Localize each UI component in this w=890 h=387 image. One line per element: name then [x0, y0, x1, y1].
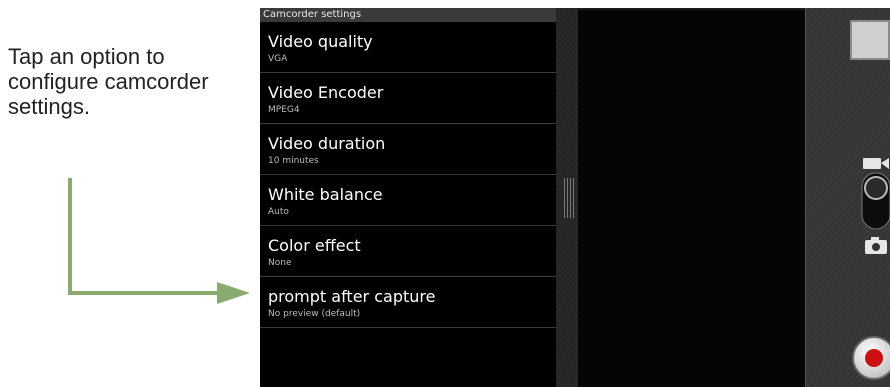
panel-header: Camcorder settings	[260, 8, 556, 22]
setting-value: None	[268, 258, 292, 268]
setting-video-quality[interactable]: Video quality VGA	[260, 22, 556, 73]
setting-title: Video quality	[268, 32, 373, 51]
drag-handle[interactable]	[564, 178, 574, 218]
setting-title: prompt after capture	[268, 287, 436, 306]
setting-white-balance[interactable]: White balance Auto	[260, 175, 556, 226]
record-button[interactable]	[852, 336, 890, 380]
camera-icon	[865, 237, 887, 254]
setting-title: Video duration	[268, 134, 386, 153]
mode-switch	[861, 158, 890, 254]
setting-title: Video Encoder	[268, 83, 384, 102]
video-camera-icon	[863, 158, 889, 169]
camera-control-bar	[805, 8, 890, 387]
setting-video-duration[interactable]: Video duration 10 minutes	[260, 124, 556, 175]
setting-value: 10 minutes	[268, 156, 319, 166]
setting-color-effect[interactable]: Color effect None	[260, 226, 556, 277]
thumbnail-icon[interactable]	[850, 20, 890, 60]
camcorder-settings-panel: Camcorder settings Video quality VGA Vid…	[260, 8, 556, 387]
setting-value: MPEG4	[268, 105, 300, 115]
setting-value: VGA	[268, 54, 288, 64]
mode-toggle[interactable]	[861, 172, 890, 230]
setting-value: Auto	[268, 207, 289, 217]
setting-video-encoder[interactable]: Video Encoder MPEG4	[260, 73, 556, 124]
setting-title: Color effect	[268, 236, 361, 255]
setting-prompt-after-capture[interactable]: prompt after capture No preview (default…	[260, 277, 556, 328]
camera-preview	[578, 10, 805, 387]
setting-title: White balance	[268, 185, 383, 204]
device-screen: Camcorder settings Video quality VGA Vid…	[260, 8, 890, 387]
setting-value: No preview (default)	[268, 309, 361, 319]
record-icon	[865, 349, 883, 367]
pointer-arrow-icon	[68, 178, 250, 304]
instruction-caption: Tap an option to configure camcorder set…	[8, 44, 209, 119]
